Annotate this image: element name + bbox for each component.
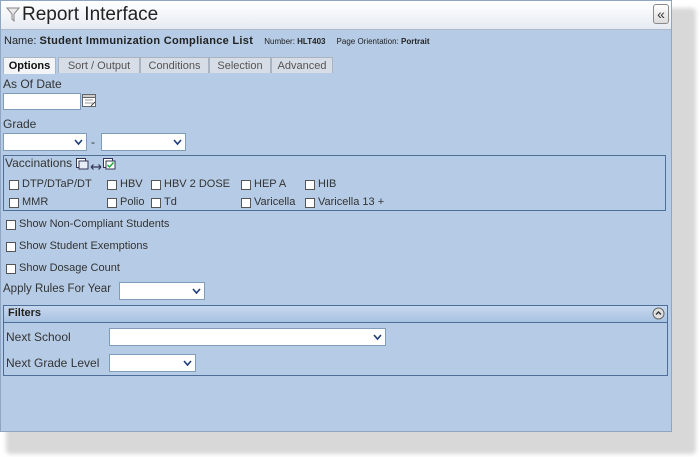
filters-header: Filters [4, 306, 667, 323]
filters-panel: Filters Next School Next Grade Level [3, 305, 668, 376]
select-all-icon[interactable] [76, 158, 89, 173]
vaccination-hbv-label: HBV [120, 178, 143, 190]
chevron-down-icon [180, 355, 195, 371]
chevron-down-icon [189, 283, 204, 299]
filters-title: Filters [8, 307, 42, 319]
vaccinations-group: Vaccinations DTP/DTaP/DT HBV HBV 2 DOSE … [3, 155, 666, 211]
window-title: Report Interface [22, 4, 159, 25]
show-non-compliant-label: Show Non-Compliant Students [19, 218, 170, 230]
collapse-circle-icon[interactable] [652, 307, 665, 323]
report-name-bar: Name: Student Immunization Compliance Li… [4, 35, 429, 47]
report-number: HLT403 [297, 37, 326, 46]
page-orientation: Portrait [401, 37, 430, 46]
tab-sort-output[interactable]: Sort / Output [58, 57, 140, 73]
vaccination-polio-checkbox[interactable] [107, 198, 117, 208]
vaccination-mmr-label: MMR [22, 196, 49, 208]
grade-to-select[interactable] [101, 133, 186, 151]
number-label: Number: [264, 37, 295, 46]
vaccination-hib-label: HIB [318, 178, 337, 190]
toggle-selection-icon[interactable] [90, 160, 102, 174]
next-school-label: Next School [6, 330, 71, 344]
tab-advanced[interactable]: Advanced [271, 57, 333, 73]
vaccination-hbv-checkbox[interactable] [107, 180, 117, 190]
as-of-date-label: As Of Date [3, 77, 62, 91]
report-interface-window: Report Interface « Name: Student Immuniz… [0, 0, 672, 432]
next-grade-level-select[interactable] [109, 354, 196, 372]
vaccinations-label: Vaccinations [5, 156, 73, 170]
next-grade-level-label: Next Grade Level [6, 356, 100, 370]
title-bar: Report Interface « [1, 1, 671, 30]
vaccination-dtp-checkbox[interactable] [9, 180, 19, 190]
chevron-down-icon [71, 134, 86, 150]
grade-from-select[interactable] [3, 133, 87, 151]
vaccination-hbv2-label: HBV 2 DOSE [164, 178, 231, 190]
tab-conditions[interactable]: Conditions [140, 57, 209, 73]
vaccination-varicella-label: Varicella [254, 196, 296, 208]
vaccination-varicella-checkbox[interactable] [241, 198, 251, 208]
vaccination-polio-label: Polio [120, 196, 145, 208]
apply-rules-label: Apply Rules For Year [3, 283, 112, 295]
show-non-compliant-checkbox[interactable] [6, 220, 16, 230]
vaccination-hib-checkbox[interactable] [305, 180, 315, 190]
calendar-icon[interactable] [82, 93, 97, 111]
next-school-select[interactable] [109, 328, 386, 346]
vaccination-hbv2-checkbox[interactable] [151, 180, 161, 190]
chevron-down-icon [170, 134, 185, 150]
show-dosage-count-checkbox[interactable] [6, 264, 16, 274]
vaccination-dtp-label: DTP/DTaP/DT [22, 178, 92, 190]
vaccination-varicella13-checkbox[interactable] [305, 198, 315, 208]
apply-rules-year-select[interactable] [119, 282, 205, 300]
vaccination-td-label: Td [164, 196, 177, 208]
vaccination-hepa-label: HEP A [254, 178, 287, 190]
grade-label: Grade [3, 117, 37, 131]
chevron-down-icon [370, 329, 385, 345]
as-of-date-input[interactable] [3, 93, 81, 110]
collapse-button[interactable]: « [653, 4, 669, 24]
show-exemptions-label: Show Student Exemptions [19, 240, 149, 252]
orientation-label: Page Orientation: [336, 37, 399, 46]
tab-options[interactable]: Options [3, 57, 56, 74]
vaccination-varicella13-label: Varicella 13 + [318, 196, 385, 208]
name-label: Name: [4, 35, 37, 47]
grade-range-separator: - [91, 135, 95, 149]
tab-selection[interactable]: Selection [209, 57, 271, 73]
vaccination-td-checkbox[interactable] [151, 198, 161, 208]
funnel-icon [5, 7, 21, 26]
show-exemptions-checkbox[interactable] [6, 242, 16, 252]
show-dosage-count-label: Show Dosage Count [19, 262, 120, 274]
vaccination-hepa-checkbox[interactable] [241, 180, 251, 190]
check-all-icon[interactable] [103, 158, 116, 173]
vaccination-mmr-checkbox[interactable] [9, 198, 19, 208]
report-name: Student Immunization Compliance List [39, 35, 254, 47]
